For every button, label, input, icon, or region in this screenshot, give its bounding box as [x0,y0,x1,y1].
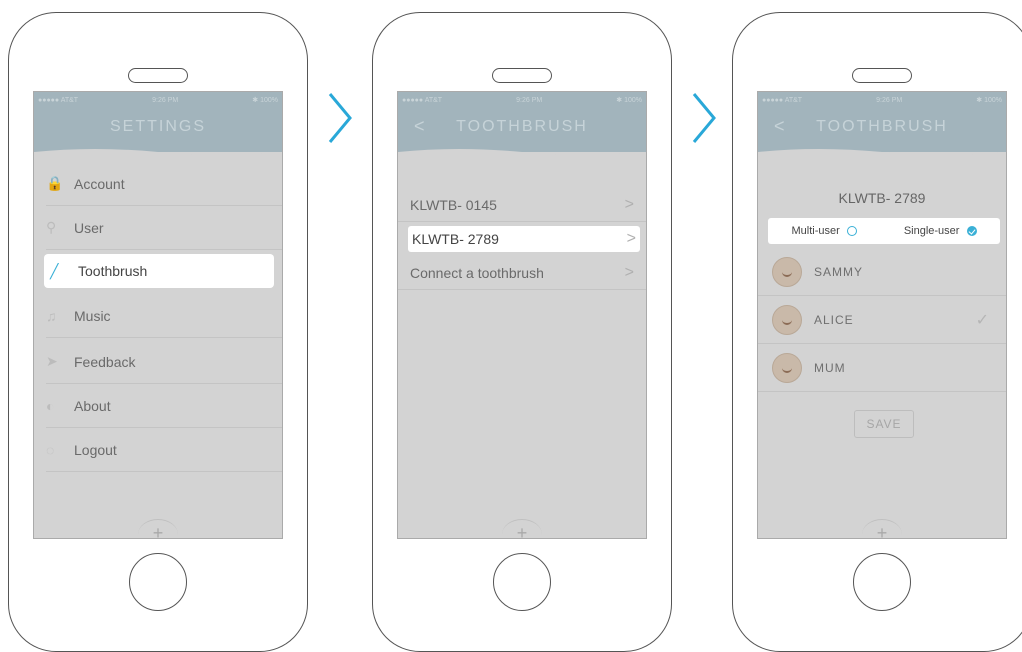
phone-toothbrush-detail: ●●●●● AT&T 9:26 PM ✱ 100% < TOOTHBRUSH K… [732,12,1022,652]
add-button[interactable]: + [862,519,902,538]
checkmark-icon: ✓ [975,311,990,329]
status-bar: ●●●●● AT&T 9:26 PM ✱ 100% [398,92,646,108]
music-icon: ♫ [46,307,57,324]
nav-bar: SETTINGS [34,108,282,158]
menu-item-label: User [74,219,104,236]
wave-decoration [34,149,282,158]
user-name: SAMMY [814,264,864,279]
time-text: 9:26 PM [152,96,179,104]
single-user-option[interactable]: Single-user [904,225,977,237]
multi-user-option[interactable]: Multi-user [791,225,857,237]
settings-screen: ●●●●● AT&T 9:26 PM ✱ 100% SETTINGS 🔒 Acc… [33,91,283,539]
page-title: TOOTHBRUSH [816,118,948,135]
speaker-slot [128,68,188,83]
page-title: SETTINGS [109,118,206,135]
speaker-slot [492,68,552,83]
avatar [772,304,802,335]
about-icon: ◐ [46,397,55,414]
user-row-mum[interactable]: MUM [758,344,1006,392]
user-name: MUM [814,360,846,375]
single-user-label: Single-user [903,225,960,237]
user-row-sammy[interactable]: SAMMY [758,248,1006,296]
add-button[interactable]: + [502,519,542,538]
list-item-label: Connect a toothbrush [410,264,544,281]
radio-selected-icon [966,226,977,237]
status-bar: ●●●●● AT&T 9:26 PM ✱ 100% [34,92,282,108]
nav-bar: < TOOTHBRUSH [398,108,646,158]
menu-item-label: Music [74,307,111,324]
chevron-right-icon [328,93,352,143]
avatar [772,256,802,287]
menu-item-label: Logout [74,441,117,458]
user-name: ALICE [814,312,854,327]
menu-item-logout[interactable]: ◌ Logout [46,428,282,472]
user-row-alice[interactable]: ALICE ✓ [758,296,1006,344]
carrier-text: ●●●●● AT&T [402,96,443,104]
multi-user-label: Multi-user [791,225,840,237]
menu-item-music[interactable]: ♫ Music [46,294,282,338]
home-button[interactable] [493,553,551,611]
menu-item-label: About [74,397,111,414]
menu-item-about[interactable]: ◐ About [46,384,282,428]
speaker-slot [852,68,912,83]
radio-unselected-icon [846,226,857,237]
lock-icon: 🔒 [46,175,64,191]
battery-text: ✱ 100% [976,97,1002,104]
list-item-label: KLWTB- 2789 [412,231,499,247]
menu-item-label: Toothbrush [78,263,148,279]
list-item-toothbrush[interactable]: KLWTB- 0145 > [398,188,646,222]
menu-item-label: Account [74,175,125,192]
battery-text: ✱ 100% [252,97,278,104]
add-button[interactable]: + [138,519,178,538]
toothbrush-list-screen: ●●●●● AT&T 9:26 PM ✱ 100% < TOOTHBRUSH K… [397,91,647,539]
page-title: TOOTHBRUSH [456,118,588,135]
menu-item-label: Feedback [74,353,136,370]
feedback-icon: ➤ [46,353,58,369]
phone-toothbrush-list: ●●●●● AT&T 9:26 PM ✱ 100% < TOOTHBRUSH K… [372,12,672,652]
menu-item-feedback[interactable]: ➤ Feedback [46,340,282,384]
home-button[interactable] [129,553,187,611]
logout-icon: ◌ [46,441,55,458]
user-mode-toggle: Multi-user Single-user [768,218,1000,244]
avatar [772,352,802,383]
nav-bar: < TOOTHBRUSH [758,108,1006,158]
status-bar: ●●●●● AT&T 9:26 PM ✱ 100% [758,92,1006,108]
menu-item-user[interactable]: ⚲ User [46,206,282,250]
list-item-connect[interactable]: Connect a toothbrush > [398,256,646,290]
home-button[interactable] [853,553,911,611]
wave-decoration [398,149,646,158]
list-item-toothbrush-selected[interactable]: KLWTB- 2789 > [408,226,640,252]
toothbrush-icon: ╱ [50,262,59,279]
menu-item-account[interactable]: 🔒 Account [46,162,282,206]
time-text: 9:26 PM [516,96,543,104]
carrier-text: ●●●●● AT&T [38,96,79,104]
user-icon: ⚲ [46,219,57,235]
chevron-right-icon: > [624,195,634,213]
device-name: KLWTB- 2789 [838,190,926,206]
time-text: 9:26 PM [876,96,903,104]
chevron-right-icon: > [626,230,636,247]
menu-item-toothbrush[interactable]: ╱ Toothbrush [44,254,274,288]
chevron-right-icon: > [624,263,634,281]
save-button[interactable]: SAVE [854,410,914,438]
battery-text: ✱ 100% [616,97,642,104]
chevron-right-icon [692,93,716,143]
list-item-label: KLWTB- 0145 [410,196,497,213]
wave-decoration [758,149,1006,158]
toothbrush-detail-screen: ●●●●● AT&T 9:26 PM ✱ 100% < TOOTHBRUSH K… [757,91,1007,539]
carrier-text: ●●●●● AT&T [762,96,803,104]
phone-settings: ●●●●● AT&T 9:26 PM ✱ 100% SETTINGS 🔒 Acc… [8,12,308,652]
